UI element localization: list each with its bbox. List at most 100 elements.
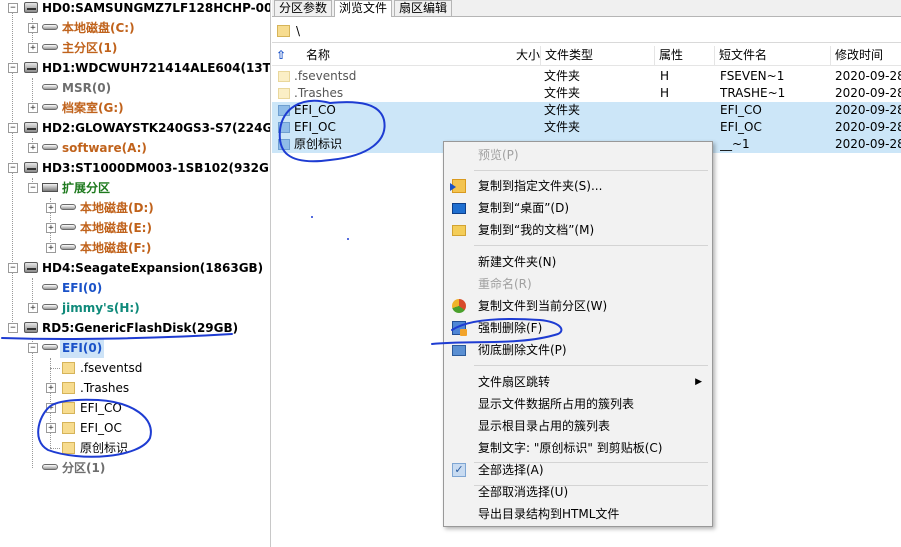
column-header-shortname[interactable]: 短文件名 — [714, 46, 830, 65]
tree-node-label: 原创标识 — [80, 441, 129, 455]
tab-sector-edit[interactable]: 扇区编辑 — [394, 0, 453, 16]
tree-node-label: .Trashes — [80, 381, 130, 395]
file-modified: 2020-09-28 — [835, 103, 901, 117]
menu-separator — [474, 365, 708, 366]
tree-node-label: EFI(0) — [62, 281, 103, 295]
menu-item-export-html[interactable]: 导出目录结构到HTML文件 — [444, 503, 712, 525]
menu-item-file-cluster-list[interactable]: 显示文件数据所占用的簇列表 — [444, 393, 712, 415]
file-shortname: __~1 — [720, 137, 750, 151]
tree-node-label: 本地磁盘(E:) — [80, 221, 152, 235]
tree-node-hd1[interactable]: − HD1:WDCWUH721414ALE604(13TB) — [0, 58, 270, 78]
tree-node-label: software(A:) — [62, 141, 147, 155]
file-attr: H — [660, 69, 670, 83]
menu-item-copy-to-documents[interactable]: 复制到“我的文档”(M) — [444, 219, 712, 241]
tree-node-label: EFI_CO — [80, 401, 122, 415]
expand-toggle[interactable]: + — [28, 143, 38, 153]
menu-item-copy-to-desktop[interactable]: 复制到“桌面”(D) — [444, 197, 712, 219]
file-attr: H — [660, 86, 670, 100]
menu-item-label: 导出目录结构到HTML文件 — [478, 507, 620, 521]
partition-icon — [60, 224, 76, 230]
collapse-toggle[interactable]: − — [28, 343, 38, 353]
tab-browse-files[interactable]: 浏览文件 — [334, 0, 393, 17]
submenu-arrow-icon: ▶ — [695, 377, 702, 387]
menu-item-deselect-all[interactable]: 全部取消选择(U) — [444, 481, 712, 503]
menu-item-copy-text[interactable]: 复制文字: "原创标识" 到剪贴板(C) — [444, 437, 712, 459]
expand-toggle[interactable]: + — [46, 403, 56, 413]
tree-node-label: 主分区(1) — [62, 41, 118, 55]
tree-node-label: HD0:SAMSUNGMZ7LF128HCHP-0000 — [42, 1, 271, 15]
collapse-toggle[interactable]: − — [8, 263, 18, 273]
expand-toggle[interactable]: + — [28, 303, 38, 313]
column-header-attr[interactable]: 属性 — [654, 46, 714, 65]
folder-icon — [278, 88, 290, 99]
partition-pie-icon — [452, 299, 466, 313]
file-name: EFI_OC — [294, 120, 336, 134]
file-shortname: FSEVEN~1 — [720, 69, 785, 83]
column-header-size[interactable]: 大小 — [502, 46, 540, 65]
collapse-toggle[interactable]: − — [8, 123, 18, 133]
tree-node-hd0[interactable]: − HD0:SAMSUNGMZ7LF128HCHP-0000 — [0, 0, 270, 18]
tree-node-label: 本地磁盘(C:) — [62, 21, 135, 35]
expand-toggle[interactable]: + — [46, 383, 56, 393]
column-header-name[interactable]: 名称 — [302, 46, 532, 65]
path-bar[interactable]: \ — [272, 20, 901, 43]
select-all-check-icon: ✓ — [452, 463, 466, 477]
file-row[interactable]: .fseventsd 文件夹 H FSEVEN~1 2020-09-28 — [272, 68, 901, 85]
menu-item-preview[interactable]: 预览(P) — [444, 144, 712, 166]
menu-item-copy-to-partition[interactable]: 复制文件到当前分区(W) — [444, 295, 712, 317]
force-delete-icon — [452, 321, 467, 336]
menu-item-select-all[interactable]: ✓ 全部选择(A) — [444, 459, 712, 481]
menu-item-label: 全部取消选择(U) — [478, 485, 569, 499]
expand-toggle[interactable]: + — [46, 223, 56, 233]
menu-item-label: 复制到指定文件夹(S)... — [478, 179, 603, 193]
menu-item-permanent-delete[interactable]: 彻底删除文件(P) — [444, 339, 712, 361]
file-modified: 2020-09-28 — [835, 86, 901, 100]
menu-item-root-cluster-list[interactable]: 显示根目录占用的簇列表 — [444, 415, 712, 437]
menu-item-copy-to-folder[interactable]: 复制到指定文件夹(S)... — [444, 175, 712, 197]
expand-toggle[interactable]: + — [28, 103, 38, 113]
context-menu: 预览(P) 复制到指定文件夹(S)... 复制到“桌面”(D) 复制到“我的文档… — [443, 141, 713, 527]
partition-icon — [42, 44, 58, 50]
expand-toggle[interactable]: + — [46, 423, 56, 433]
file-type: 文件夹 — [544, 69, 581, 83]
tree-node-hd3[interactable]: − HD3:ST1000DM003-1SB102(932GB) — [0, 158, 270, 178]
copy-to-folder-icon — [450, 179, 466, 193]
menu-item-label: 全部选择(A) — [478, 463, 544, 477]
menu-item-label: 彻底删除文件(P) — [478, 343, 567, 357]
file-row[interactable]: EFI_CO 文件夹 EFI_CO 2020-09-28 — [272, 102, 901, 119]
expand-toggle[interactable]: + — [28, 23, 38, 33]
menu-item-label: 复制到“桌面”(D) — [478, 201, 570, 215]
menu-item-rename[interactable]: 重命名(R) — [444, 273, 712, 295]
tree-node-label: jimmy's(H:) — [62, 301, 140, 315]
column-header-modified[interactable]: 修改时间 — [830, 46, 901, 65]
menu-item-label: 复制到“我的文档”(M) — [478, 223, 595, 237]
menu-item-force-delete[interactable]: 强制删除(F) — [444, 317, 712, 339]
collapse-toggle[interactable]: − — [8, 3, 18, 13]
menu-item-new-folder[interactable]: 新建文件夹(N) — [444, 251, 712, 273]
collapse-toggle[interactable]: − — [28, 183, 38, 193]
expand-toggle[interactable]: + — [46, 243, 56, 253]
tree-node-hd2[interactable]: − HD2:GLOWAYSTK240GS3-S7(224GB) — [0, 118, 270, 138]
file-row[interactable]: .Trashes 文件夹 H TRASHE~1 2020-09-28 — [272, 85, 901, 102]
expand-toggle[interactable]: + — [28, 43, 38, 53]
tree-node-label: HD1:WDCWUH721414ALE604(13TB) — [42, 61, 271, 75]
file-name: .Trashes — [294, 86, 344, 100]
tree-node-hd4[interactable]: − HD4:SeagateExpansion(1863GB) — [0, 258, 270, 278]
menu-item-sector-jump[interactable]: 文件扇区跳转 ▶ — [444, 371, 712, 393]
tree-node-rd5[interactable]: − RD5:GenericFlashDisk(29GB) — [0, 318, 270, 338]
tree-node-label: EFI(0) — [60, 338, 105, 358]
column-header-type[interactable]: 文件类型 — [540, 46, 654, 65]
menu-item-label: 重命名(R) — [478, 277, 532, 291]
file-row[interactable]: EFI_OC 文件夹 EFI_OC 2020-09-28 — [272, 119, 901, 136]
expand-toggle[interactable]: + — [46, 203, 56, 213]
collapse-toggle[interactable]: − — [8, 63, 18, 73]
tab-partition-params[interactable]: 分区参数 — [274, 0, 333, 16]
folder-icon — [62, 442, 75, 454]
hard-disk-icon — [24, 262, 38, 273]
up-arrow-icon[interactable]: ⇧ — [272, 46, 302, 65]
collapse-toggle[interactable]: − — [8, 163, 18, 173]
menu-item-label: 显示根目录占用的簇列表 — [478, 419, 611, 433]
menu-item-label: 强制删除(F) — [478, 321, 543, 335]
partition-icon — [42, 144, 58, 150]
collapse-toggle[interactable]: − — [8, 323, 18, 333]
